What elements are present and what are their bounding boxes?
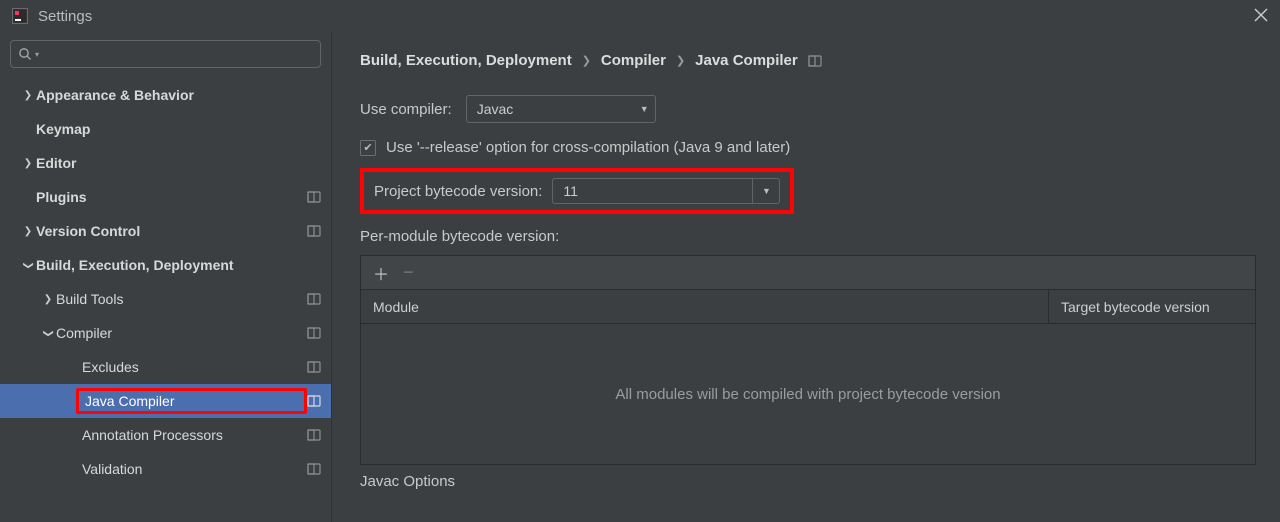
project-bytecode-combo[interactable]: 11 ▼ [552,178,780,204]
tree-editor[interactable]: ❯Editor [0,146,331,180]
project-marker-icon [307,463,321,475]
tree-annotation-processors[interactable]: Annotation Processors [0,418,331,452]
settings-tree: ❯Appearance & Behavior Keymap ❯Editor Pl… [0,78,331,486]
breadcrumb-item: Java Compiler [695,52,798,69]
search-input[interactable] [43,46,314,62]
checkbox-checked-icon: ✔ [360,140,376,156]
settings-sidebar: ▾ ❯Appearance & Behavior Keymap ❯Editor … [0,32,332,522]
chevron-down-icon: ▼ [640,104,649,114]
tree-keymap[interactable]: Keymap [0,112,331,146]
breadcrumb-item[interactable]: Compiler [601,52,666,69]
project-marker-icon [307,395,321,407]
search-dropdown-icon[interactable]: ▾ [35,50,39,59]
per-module-table: ＋ − Module Target bytecode version All m… [360,255,1256,465]
project-bytecode-value: 11 [552,178,752,204]
use-compiler-value: Javac [477,101,514,117]
remove-button: − [403,262,414,283]
tree-java-compiler[interactable]: Java Compiler [0,384,331,418]
tree-compiler[interactable]: ❯Compiler [0,316,331,350]
table-empty-message: All modules will be compiled with projec… [361,324,1255,464]
chevron-down-icon: ❯ [23,257,34,273]
settings-content: Build, Execution, Deployment ❯ Compiler … [332,32,1280,522]
close-button[interactable] [1254,8,1268,25]
tree-build-tools[interactable]: ❯Build Tools [0,282,331,316]
tree-excludes[interactable]: Excludes [0,350,331,384]
project-marker-icon [307,293,321,305]
column-module[interactable]: Module [361,290,1049,323]
chevron-down-icon[interactable]: ▼ [752,178,780,204]
project-marker-icon [307,429,321,441]
tree-plugins[interactable]: Plugins [0,180,331,214]
per-module-label: Per-module bytecode version: [360,228,1256,245]
tree-build-execution-deployment[interactable]: ❯Build, Execution, Deployment [0,248,331,282]
use-compiler-label: Use compiler: [360,101,452,118]
tree-vcs[interactable]: ❯Version Control [0,214,331,248]
table-toolbar: ＋ − [361,256,1255,290]
project-marker-icon [307,361,321,373]
release-option-label: Use '--release' option for cross-compila… [386,139,790,156]
window-title: Settings [38,8,92,25]
breadcrumb-item[interactable]: Build, Execution, Deployment [360,52,572,69]
chevron-right-icon: ❯ [20,158,36,169]
add-button[interactable]: ＋ [373,261,389,285]
breadcrumb: Build, Execution, Deployment ❯ Compiler … [360,52,1256,69]
table-header: Module Target bytecode version [361,290,1255,324]
project-marker-icon [307,225,321,237]
chevron-right-icon: ❯ [20,90,36,101]
chevron-right-icon: ❯ [40,294,56,305]
javac-options-label: Javac Options [360,473,1256,490]
highlight-box: Project bytecode version: 11 ▼ [360,168,794,214]
chevron-right-icon: ❯ [676,54,685,67]
project-marker-icon [808,55,822,67]
chevron-right-icon: ❯ [20,226,36,237]
project-bytecode-label: Project bytecode version: [374,183,542,200]
search-input-wrap[interactable]: ▾ [10,40,321,68]
app-icon [12,8,28,24]
search-icon [17,46,33,62]
chevron-down-icon: ❯ [43,325,54,341]
project-marker-icon [307,327,321,339]
tree-appearance[interactable]: ❯Appearance & Behavior [0,78,331,112]
release-option-checkbox[interactable]: ✔ Use '--release' option for cross-compi… [360,139,1256,156]
project-marker-icon [307,191,321,203]
chevron-right-icon: ❯ [582,54,591,67]
title-bar: Settings [0,0,1280,32]
use-compiler-dropdown[interactable]: Javac ▼ [466,95,656,123]
column-target[interactable]: Target bytecode version [1049,290,1255,323]
tree-validation[interactable]: Validation [0,452,331,486]
